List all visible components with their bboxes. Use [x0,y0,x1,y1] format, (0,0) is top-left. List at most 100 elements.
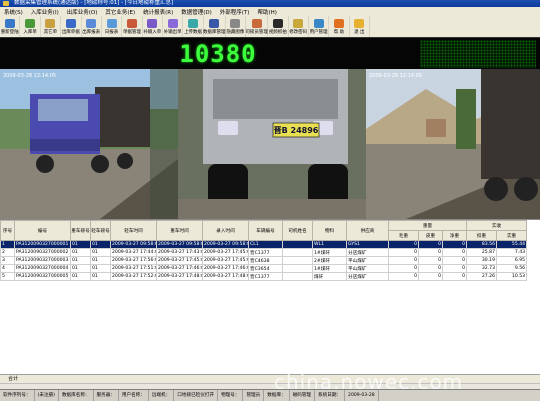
table-cell: 9.56 [496,264,528,273]
column-header[interactable]: 录入时间 [202,220,249,241]
status-field-2: 数据库名称： [59,390,94,401]
menu-item-3[interactable]: 其它业务(E) [101,8,139,16]
column-header[interactable]: 轻车磅号 [90,220,111,241]
column-header[interactable]: 编号 [14,220,71,241]
table-row[interactable]: 5 PA3120090327000005 01 01 2009-03-27 17:52:… [0,272,528,281]
upload-icon [188,18,199,28]
toolbar-button-5[interactable]: 日报表 [102,16,123,37]
table-cell: 分店煤矿 [346,272,389,281]
table-cell: 2009-03-27 17:45:00 [156,256,203,265]
menu-item-0[interactable]: 系统(S) [0,8,27,16]
column-header[interactable]: 净重 [441,230,468,241]
table-cell: 0 [441,264,468,273]
toolbar-button-17[interactable]: 退 出 [350,16,370,37]
table-cell: 01 [90,256,111,265]
column-header[interactable]: 重车磅号 [70,220,91,241]
column-header[interactable]: 轻车时间 [110,220,157,241]
column-header[interactable]: 车辆编号 [248,220,283,241]
exit-icon [354,18,365,28]
toolbar-button-16[interactable]: 帮 助 [329,16,350,37]
table-cell: PA3120090327000004 [14,264,71,273]
outbound-report-icon [86,18,97,28]
status-field-10: 磁码管理 [290,390,316,401]
toolbar-button-label: 用户管理 [309,29,328,35]
menu-item-7[interactable]: 帮助(H) [253,8,280,16]
weight-display-panel: 10380 [0,37,540,70]
menu-item-5[interactable]: 数据管理(D) [177,8,216,16]
daily-report-icon [106,18,117,28]
menu-item-6[interactable]: 外部程序(T) [216,8,254,16]
column-header[interactable]: 重车时间 [156,220,203,241]
camera-view-1[interactable]: 2009-03-28 12:14:05 [0,69,178,219]
weight-readout: 10380 [179,40,257,68]
toolbar-button-13[interactable]: 视频抓拍 [268,16,289,37]
table-cell: 27.26 [466,272,498,281]
table-cell: WL1 [312,240,347,249]
table-row[interactable]: 3 PA3120090327000003 01 01 2009-03-27 17:56:… [0,256,528,265]
table-cell: 0 [418,264,443,273]
table-cell: 2009-03-27 17:46:00 [202,264,249,273]
toolbar-button-12[interactable]: 司磅员管理 [245,16,269,37]
form-manage-icon [126,18,137,28]
menu-item-1[interactable]: 入库业务(I) [27,8,63,16]
weighing-records-table: 序号 编号 重车磅号 轻车磅号 轻车时间 重车时间 录入时间 车辆编号 司机姓名 物料 供应商 重量实… [0,219,540,375]
toolbar-button-8[interactable]: 补输出单 [163,16,184,37]
app-icon [3,1,9,6]
toolbar-button-label: 修改密码 [289,29,308,35]
toolbar-button-15[interactable]: 用户管理 [309,16,330,37]
camera-view-3[interactable]: 2009-03-28 12:14:05 [366,69,540,219]
relogin-icon [4,18,15,28]
toolbar-button-11[interactable]: 隐藏图像 [226,16,247,37]
table-cell: 0 [388,272,419,281]
group-header-weight: 重量 [387,220,468,231]
camera-view-2[interactable]: 晋B 24896 [178,69,366,219]
table-cell: 01 [70,272,91,281]
column-header[interactable]: 序号 [0,220,15,241]
toolbar-button-14[interactable]: 修改密码 [289,16,309,37]
toolbar-button-1[interactable]: 入库单 [20,16,41,37]
toolbar-button-9[interactable]: 上传数据 [183,16,204,37]
table-cell: 01 [90,264,111,273]
table-row[interactable]: 4 PA3120090327000004 01 01 2009-03-27 17:51:… [0,264,528,273]
table-cell: 2#煤矸 [312,256,347,265]
camera-panel: 2009-03-28 12:14:05 晋B 24896 2009-03-28 … [0,69,540,219]
column-header[interactable]: 实重 [496,230,528,241]
table-cell: 2009-03-27 17:56:00 [110,256,157,265]
table-cell: 01 [90,240,111,249]
toolbar-button-10[interactable]: 数据库管理 [203,16,226,37]
table-cell: 晋C1377 [248,248,283,257]
column-header[interactable]: 扣重 [466,230,498,241]
table-cell: 55.44 [496,240,528,249]
column-header[interactable]: 皮重 [418,230,443,241]
records-grid: 序号 编号 重车磅号 轻车磅号 轻车时间 重车时间 录入时间 车辆编号 司机姓名 物料 供应商 重量实… [0,220,528,281]
column-header[interactable]: 供应商 [346,220,389,241]
column-header[interactable]: 司机姓名 [282,220,313,241]
camera-icon [272,18,283,28]
toolbar-button-label: 入库单 [23,29,37,35]
toolbar-button-label: 补输入单 [143,29,162,35]
toolbar-button-0[interactable]: 重新登陆 [0,16,21,37]
table-cell: 2009-03-27 09:58:00 [156,240,203,249]
table-cell: 分店煤矿 [346,248,389,257]
toolbar-button-4[interactable]: 出库报表 [82,16,102,37]
toolbar-button-3[interactable]: 出库单据 [61,16,82,37]
menu-item-4[interactable]: 统计报表(R) [139,8,177,16]
column-header[interactable]: 物料 [312,220,347,241]
toolbar-button-6[interactable]: 单据管理 [122,16,143,37]
status-field-5: 远端机： [149,390,175,401]
menu-item-2[interactable]: 出库业务(O) [63,8,102,16]
table-cell: 0 [441,240,468,249]
table-row[interactable]: 1 PA3120090327000001 01 01 2009-03-27 09:58:… [0,240,528,249]
table-row[interactable]: 2 PA3120090327000002 01 01 2009-03-27 17:44:… [0,248,528,257]
status-field-0: 软件序列号： [0,390,35,401]
inbound-icon [25,18,36,28]
toolbar-button-2[interactable]: 其它单 [41,16,62,37]
column-header[interactable]: 毛重 [388,230,419,241]
toolbar-button-label: 重新登陆 [0,29,19,35]
toolbar-button-7[interactable]: 补输入单 [143,16,163,37]
toolbar-button-label: 其它单 [43,29,58,35]
toolbar-button-label: 数据库管理 [203,29,226,35]
supplement-icon [147,18,158,28]
camera-3-timestamp: 2009-03-28 12:14:05 [369,73,422,79]
table-cell: 01 [70,264,91,273]
